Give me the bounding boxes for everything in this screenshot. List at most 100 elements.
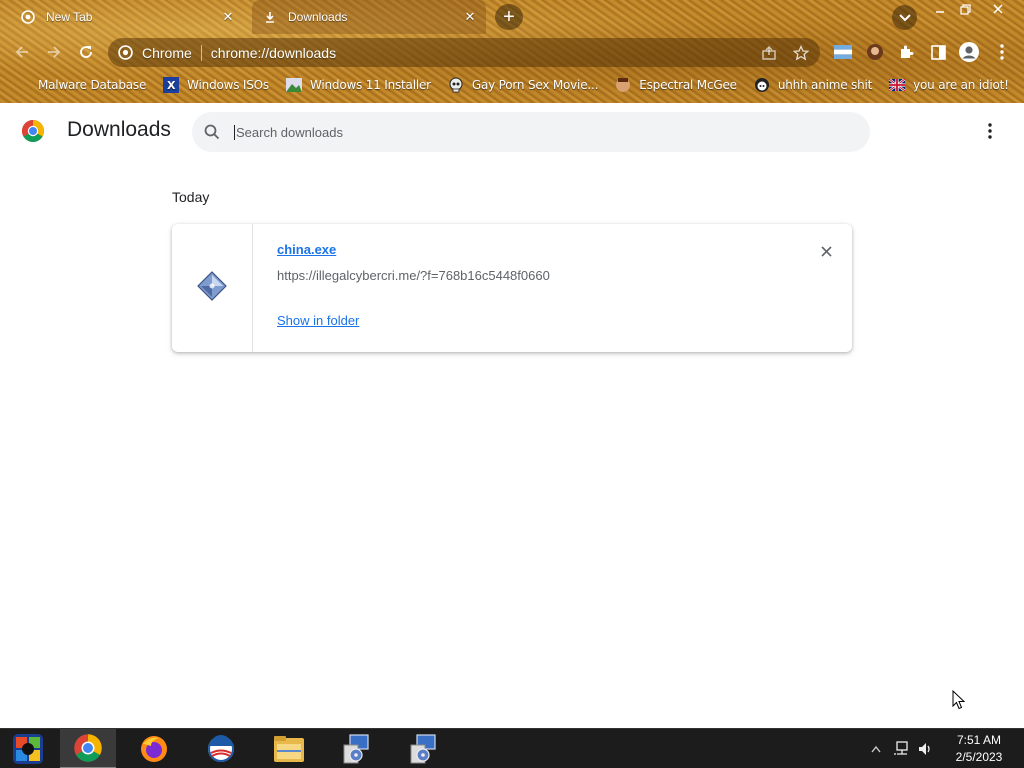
start-button[interactable]: [0, 729, 56, 768]
taskbar-installer-2[interactable]: [395, 729, 451, 768]
network-icon[interactable]: [891, 729, 911, 768]
x-icon: X: [163, 77, 180, 93]
bookmark-label: Windows ISOs: [187, 78, 269, 92]
tab-search-button[interactable]: [892, 5, 917, 30]
tab-new-tab[interactable]: New Tab ✕: [10, 0, 244, 34]
download-icon: [262, 9, 278, 25]
page-header: Downloads: [0, 103, 1024, 159]
skull-icon: [448, 77, 464, 93]
page-title: Downloads: [67, 118, 171, 141]
reload-button[interactable]: [73, 40, 99, 64]
system-clock[interactable]: 7:51 AM 2/5/2023: [944, 732, 1014, 766]
search-input[interactable]: [234, 124, 834, 140]
bookmark-you-are-an-idiot[interactable]: you are an idiot!: [889, 77, 1009, 93]
face-icon: [615, 77, 631, 93]
bookmark-gay-porn-sex-movie[interactable]: Gay Porn Sex Movie...: [448, 77, 598, 93]
chrome-logo-icon: [21, 119, 45, 143]
tab-strip: New Tab ✕ Downloads ✕ +: [0, 0, 1024, 34]
bookmark-anime[interactable]: uhhh anime shit: [754, 77, 872, 93]
omnibox-divider: [200, 44, 202, 61]
bookmark-malware-database[interactable]: Malware Database: [14, 77, 146, 93]
taskbar-obama-app[interactable]: [193, 729, 249, 768]
search-icon: [204, 124, 220, 140]
installer-icon: [410, 734, 436, 764]
installer-icon: [343, 734, 369, 764]
taskbar-file-explorer[interactable]: [261, 729, 317, 768]
toolbar: Chrome chrome://downloads: [0, 34, 1024, 70]
omnibox-site-label: Chrome: [142, 44, 192, 61]
tab-downloads[interactable]: Downloads ✕: [252, 0, 486, 34]
more-vert-icon: [988, 123, 992, 139]
firefox-icon: [141, 736, 167, 762]
flag-icon: [889, 77, 906, 93]
bookmark-windows-isos[interactable]: X Windows ISOs: [163, 77, 269, 93]
date-header: Today: [172, 189, 210, 205]
omnibox-url[interactable]: chrome://downloads: [211, 45, 336, 61]
chrome-icon: [118, 44, 134, 61]
more-actions-button[interactable]: [978, 119, 1002, 143]
clock-time: 7:51 AM: [956, 733, 1002, 747]
reload-icon: [80, 46, 92, 58]
star-icon[interactable]: [792, 44, 810, 62]
taskbar-firefox[interactable]: [126, 729, 182, 768]
bookmark-espectral-mcgee[interactable]: Espectral McGee: [615, 77, 737, 93]
close-window-button[interactable]: [983, 0, 1013, 18]
bookmark-label: Windows 11 Installer: [309, 78, 431, 92]
tab-label: Downloads: [288, 10, 348, 24]
bookmark-label: Malware Database: [38, 78, 147, 92]
file-name-link[interactable]: china.exe: [277, 242, 336, 257]
side-panel-icon[interactable]: [927, 41, 949, 63]
restore-icon: [959, 3, 971, 15]
folder-icon: [14, 77, 22, 93]
download-item: china.exe https://illegalcybercri.me/?f=…: [172, 224, 852, 352]
search-box[interactable]: [192, 112, 870, 152]
chevron-down-icon: [898, 13, 911, 21]
mouse-cursor-icon: [952, 689, 966, 715]
file-icon-column: [172, 224, 253, 352]
account-avatar-icon[interactable]: [958, 41, 980, 63]
taskbar-installer-1[interactable]: [328, 729, 384, 768]
minimize-icon: [936, 11, 944, 13]
clock-date: 2/5/2023: [955, 750, 1003, 764]
omnibox[interactable]: Chrome chrome://downloads: [108, 38, 820, 67]
chrome-icon: [74, 734, 102, 762]
folder-icon: [274, 736, 304, 762]
volume-icon[interactable]: [915, 729, 935, 768]
new-tab-button[interactable]: +: [495, 4, 523, 30]
anime-icon: [754, 77, 770, 93]
chrome-menu-icon[interactable]: [991, 41, 1013, 63]
close-icon: [820, 245, 832, 257]
bookmark-label: you are an idiot!: [913, 78, 1009, 92]
bookmark-label: Gay Porn Sex Movie...: [471, 78, 599, 92]
bookmarks-bar: Malware Database X Windows ISOs Windows …: [0, 72, 1024, 98]
bookmark-windows-11-installer[interactable]: Windows 11 Installer: [285, 77, 431, 93]
chevron-up-icon: [871, 745, 881, 753]
bookmark-label: uhhh anime shit: [777, 78, 873, 92]
obama-logo-icon: [208, 735, 234, 762]
source-url: https://illegalcybercri.me/?f=768b16c544…: [277, 268, 550, 283]
restore-button[interactable]: [950, 0, 980, 18]
back-button[interactable]: [9, 40, 35, 64]
remove-download-button[interactable]: [817, 242, 835, 260]
profile-extension-icon[interactable]: [864, 41, 886, 63]
flag-extension-icon[interactable]: [832, 41, 854, 63]
downloads-page: Downloads Today china.exe https://illeg: [0, 103, 1024, 728]
close-icon: [993, 4, 1003, 14]
image-icon: [285, 77, 302, 93]
back-arrow-icon: [15, 46, 28, 58]
close-tab-icon[interactable]: ✕: [462, 9, 478, 25]
extensions-puzzle-icon[interactable]: [895, 41, 917, 63]
show-hidden-icons-button[interactable]: [869, 729, 883, 768]
browser-frame: New Tab ✕ Downloads ✕ + Chrome chrome://…: [0, 0, 1024, 103]
bookmark-label: Espectral McGee: [639, 78, 737, 92]
close-tab-icon[interactable]: ✕: [220, 9, 236, 25]
tab-label: New Tab: [46, 10, 93, 24]
forward-arrow-icon: [48, 46, 61, 58]
taskbar-chrome[interactable]: [60, 729, 116, 768]
show-in-folder-link[interactable]: Show in folder: [277, 313, 359, 328]
share-icon[interactable]: [760, 44, 778, 62]
chrome-icon: [20, 9, 36, 25]
forward-button[interactable]: [41, 40, 67, 64]
executable-file-icon: [197, 270, 227, 306]
taskbar: 7:51 AM 2/5/2023: [0, 728, 1024, 768]
